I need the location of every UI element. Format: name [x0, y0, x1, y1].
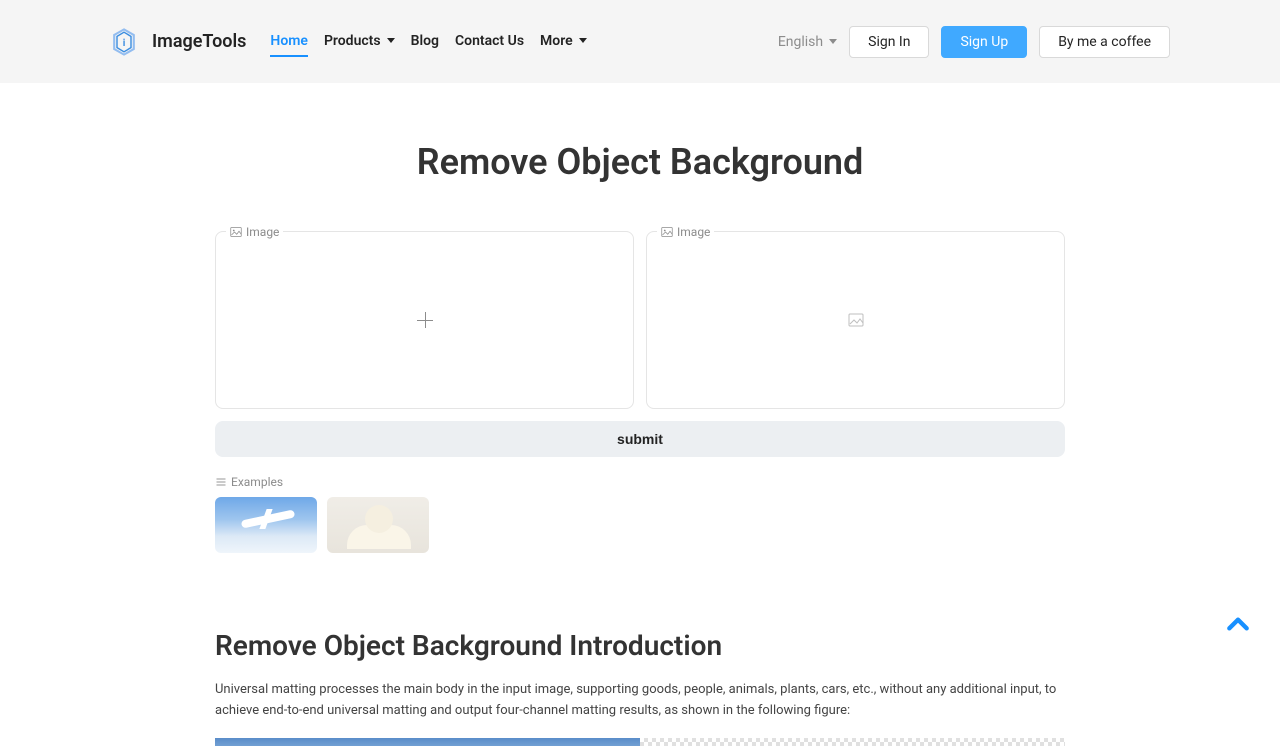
intro-title: Remove Object Background Introduction	[215, 629, 1065, 662]
intro-figure	[215, 738, 1065, 746]
nav-home[interactable]: Home	[270, 27, 308, 57]
example-thumbnail[interactable]	[215, 497, 317, 553]
upload-area[interactable]	[216, 232, 633, 408]
sign-in-button[interactable]: Sign In	[849, 26, 929, 58]
output-panel: Image	[646, 231, 1065, 409]
example-thumbnail[interactable]	[327, 497, 429, 553]
image-panels: Image Image	[215, 231, 1065, 409]
main-content: Remove Object Background Image Image sub…	[205, 141, 1075, 746]
chevron-down-icon	[387, 38, 395, 43]
nav-products[interactable]: Products	[324, 27, 395, 57]
coffee-button[interactable]: By me a coffee	[1039, 26, 1170, 58]
intro-text: Universal matting processes the main bod…	[215, 680, 1065, 722]
brand-text: ImageTools	[152, 31, 246, 52]
nav-more[interactable]: More	[540, 27, 587, 57]
examples-list	[215, 497, 1065, 553]
figure-result	[640, 738, 1065, 746]
examples-label: Examples	[215, 475, 1065, 489]
output-panel-label: Image	[657, 225, 714, 239]
scroll-to-top-button[interactable]	[1218, 604, 1258, 644]
logo[interactable]: i ImageTools	[110, 28, 246, 56]
input-panel-label: Image	[226, 225, 283, 239]
submit-button[interactable]: submit	[215, 421, 1065, 457]
input-panel: Image	[215, 231, 634, 409]
chevron-down-icon	[829, 39, 837, 44]
figure-original	[215, 738, 640, 746]
page-title: Remove Object Background	[215, 141, 1065, 183]
header: i ImageTools Home Products Blog Contact …	[0, 0, 1280, 83]
logo-icon: i	[110, 28, 138, 56]
chevron-down-icon	[579, 38, 587, 43]
chevron-up-icon	[1225, 611, 1251, 637]
list-icon	[215, 476, 227, 488]
image-placeholder-icon	[848, 312, 864, 328]
nav-contact[interactable]: Contact Us	[455, 27, 524, 57]
sign-up-button[interactable]: Sign Up	[941, 26, 1027, 58]
image-icon	[230, 226, 242, 238]
language-selector[interactable]: English	[778, 34, 837, 50]
nav-blog[interactable]: Blog	[411, 27, 439, 57]
main-nav: Home Products Blog Contact Us More	[270, 27, 765, 57]
output-area	[647, 232, 1064, 408]
plus-icon	[417, 312, 433, 328]
image-icon	[661, 226, 673, 238]
svg-text:i: i	[123, 38, 126, 49]
